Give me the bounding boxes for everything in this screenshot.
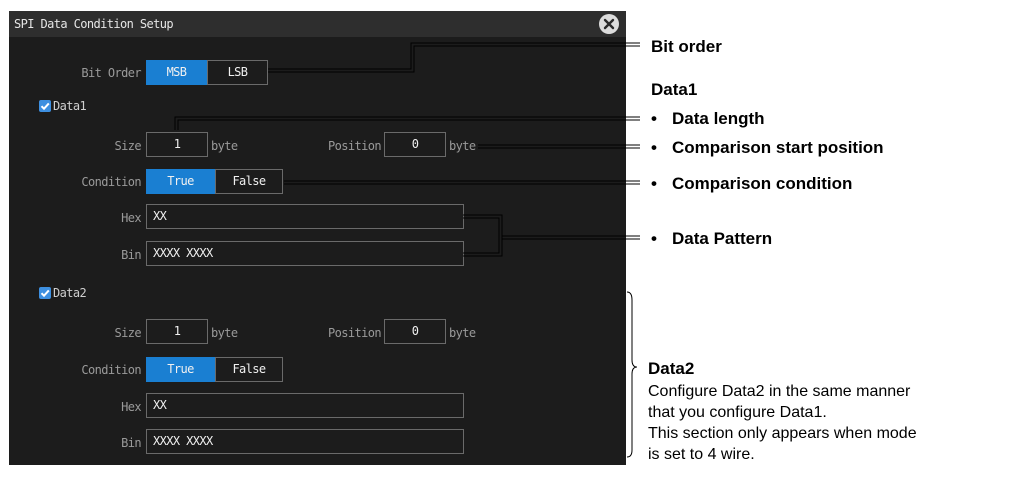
bullet-icon: •: [651, 138, 657, 157]
annotation-data2-note-line2: that you configure Data1.: [648, 404, 827, 421]
annotation-data2-note-line4: is set to 4 wire.: [648, 446, 755, 463]
annotation-data-length: Data length: [672, 109, 765, 128]
annotation-data2-note-line1: Configure Data2 in the same manner: [648, 383, 911, 400]
bullet-icon: •: [651, 229, 657, 248]
annotation-bit-order: Bit order: [651, 37, 722, 56]
annotation-comparison-start: Comparison start position: [672, 138, 884, 157]
annotation-data2-heading: Data2: [648, 359, 695, 378]
annotation-comparison-condition: Comparison condition: [672, 174, 853, 193]
annotation-data1-heading: Data1: [651, 80, 698, 99]
annotation-data-pattern: Data Pattern: [672, 229, 773, 248]
bullet-icon: •: [651, 174, 657, 193]
bullet-icon: •: [651, 109, 657, 128]
annotation-data2-note-line3: This section only appears when mode: [648, 425, 917, 442]
callout-lines: [174, 42, 640, 458]
